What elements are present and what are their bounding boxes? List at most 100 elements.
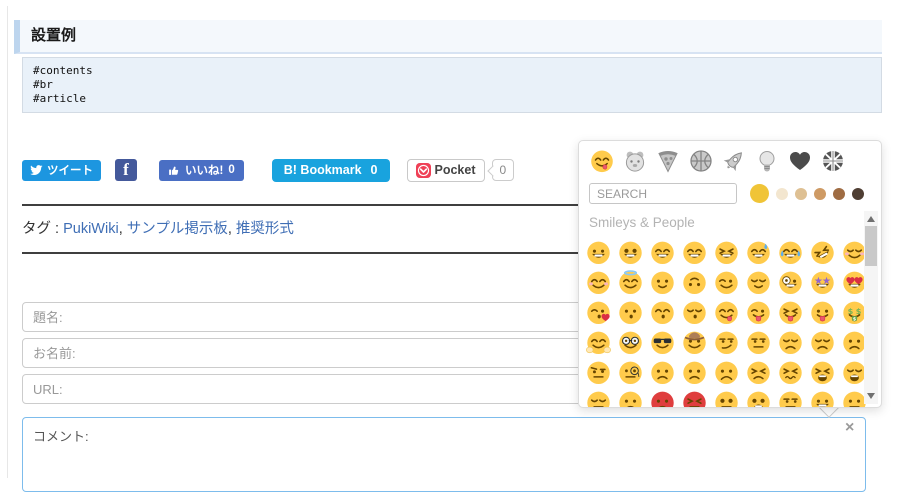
emoji-cell[interactable] [742, 237, 774, 267]
emoji-cell[interactable] [710, 237, 742, 267]
emoji-cell[interactable] [742, 267, 774, 297]
comment-textarea[interactable] [22, 417, 866, 492]
emoji-cell[interactable] [646, 267, 678, 297]
pocket-count-badge[interactable]: 0 [491, 159, 515, 181]
tag-link[interactable]: サンプル掲示板 [127, 221, 228, 237]
category-smileys-people-icon[interactable] [589, 148, 615, 174]
thumbs-up-icon [169, 166, 179, 175]
emoji-cell[interactable] [646, 237, 678, 267]
emoji-cell[interactable] [806, 237, 838, 267]
emoji-cell[interactable] [806, 267, 838, 297]
skin-tone-dot[interactable] [750, 184, 769, 203]
emoji-grid: $ $ $ [579, 237, 881, 407]
tweet-button-label: ツイート [47, 165, 93, 177]
skin-tone-dot[interactable] [776, 187, 788, 200]
category-activity-icon[interactable] [688, 148, 714, 174]
scroll-up-arrow[interactable] [867, 216, 875, 222]
section-title: Smileys & People [589, 215, 695, 230]
category-food-drink-icon[interactable] [655, 148, 681, 174]
tweet-button[interactable]: ツイート [22, 159, 101, 181]
pocket-count: 0 [499, 163, 507, 177]
emoji-cell[interactable] [614, 237, 646, 267]
search-row [579, 179, 881, 206]
category-animals-nature-icon[interactable] [622, 148, 648, 174]
scroll-down-arrow[interactable] [867, 393, 875, 399]
emoji-search-input[interactable] [589, 183, 737, 204]
emoji-picker-panel: Smileys & People $$$ [578, 140, 882, 408]
emoji-cell[interactable] [710, 327, 742, 357]
emoji-cell[interactable] [806, 297, 838, 327]
emoji-cell[interactable] [678, 267, 710, 297]
category-travel-places-icon[interactable] [721, 148, 747, 174]
skin-tone-dot[interactable] [795, 187, 807, 200]
page-left-border [7, 6, 8, 478]
facebook-button[interactable]: f [115, 159, 137, 181]
emoji-cell[interactable] [646, 327, 678, 357]
emoji-cell[interactable] [806, 387, 838, 407]
emoji-cell[interactable] [614, 297, 646, 327]
emoji-cell[interactable] [742, 327, 774, 357]
emoji-cell[interactable] [614, 327, 646, 357]
tag-list: PukiWiki, サンプル掲示板, 推奨形式 [63, 221, 294, 237]
emoji-cell[interactable] [742, 297, 774, 327]
emoji-cell[interactable] [614, 387, 646, 407]
emoji-cell[interactable] [646, 387, 678, 407]
emoji-cell[interactable] [774, 237, 806, 267]
facebook-like-button[interactable]: いいね! 0 [159, 159, 244, 181]
emoji-cell[interactable] [742, 387, 774, 407]
hatena-count: 0 [370, 163, 378, 177]
page-title: 設置例 [14, 20, 882, 55]
emoji-cell[interactable] [678, 357, 710, 387]
tag-link[interactable]: PukiWiki [63, 221, 119, 237]
emoji-cell[interactable] [710, 297, 742, 327]
category-flags-icon[interactable] [820, 148, 846, 174]
like-count: 0 [228, 164, 235, 176]
emoji-cell[interactable] [582, 237, 614, 267]
category-objects-icon[interactable] [754, 148, 780, 174]
share-buttons-row: ツイート f いいね! 0 B! Bookmark 0 Pocket 0 [22, 158, 515, 182]
emoji-cell[interactable] [678, 237, 710, 267]
svg-text:$: $ [847, 305, 853, 315]
skin-tone-dot[interactable] [833, 187, 845, 200]
emoji-cell[interactable] [774, 267, 806, 297]
emoji-cell[interactable] [774, 297, 806, 327]
emoji-cell[interactable] [582, 297, 614, 327]
scrollbar[interactable] [864, 211, 878, 404]
facebook-f-icon: f [123, 160, 129, 179]
scroll-thumb[interactable] [865, 226, 877, 266]
emoji-cell[interactable] [582, 267, 614, 297]
category-symbols-icon[interactable] [787, 148, 813, 174]
emoji-cell[interactable] [710, 267, 742, 297]
emoji-cell[interactable] [678, 297, 710, 327]
pocket-icon [415, 162, 431, 178]
emoji-cell[interactable] [614, 267, 646, 297]
category-bar [579, 141, 881, 179]
emoji-cell[interactable] [582, 387, 614, 407]
emoji-cell[interactable] [646, 297, 678, 327]
skin-tone-dot[interactable] [852, 187, 864, 200]
emoji-cell[interactable] [806, 357, 838, 387]
hatena-bookmark-button[interactable]: B! Bookmark 0 [271, 158, 390, 182]
emoji-cell[interactable] [614, 357, 646, 387]
emoji-cell[interactable] [774, 327, 806, 357]
emoji-cell[interactable] [806, 327, 838, 357]
emoji-cell[interactable] [774, 357, 806, 387]
pocket-button-label: Pocket [434, 163, 476, 177]
page-title-text: 設置例 [31, 27, 77, 45]
svg-text:$: $ [855, 305, 861, 315]
emoji-cell[interactable] [582, 327, 614, 357]
pocket-button[interactable]: Pocket [406, 158, 485, 182]
emoji-cell[interactable] [742, 357, 774, 387]
emoji-cell[interactable] [710, 357, 742, 387]
emoji-cell[interactable] [646, 357, 678, 387]
close-icon[interactable]: × [845, 420, 854, 436]
emoji-cell[interactable] [582, 357, 614, 387]
twitter-bird-icon [30, 164, 43, 175]
emoji-cell[interactable] [710, 387, 742, 407]
code-block: #contents #br #article [22, 57, 882, 113]
skin-tone-dot[interactable] [814, 187, 826, 200]
emoji-cell[interactable] [678, 327, 710, 357]
emoji-cell[interactable] [774, 387, 806, 407]
emoji-cell[interactable] [678, 387, 710, 407]
tag-link[interactable]: 推奨形式 [236, 221, 294, 237]
